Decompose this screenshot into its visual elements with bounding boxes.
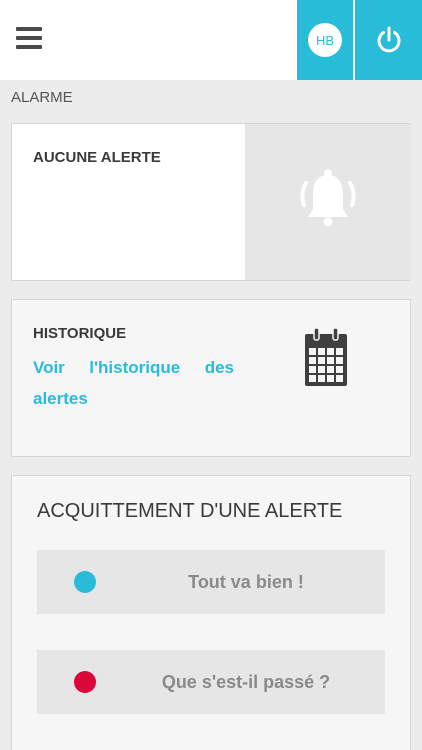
history-title: HISTORIQUE: [33, 325, 127, 342]
calendar-icon: [305, 327, 347, 386]
section-title: ALARME: [11, 89, 73, 106]
all-good-label: Tout va bien !: [188, 572, 304, 592]
alarm-icon-panel: [245, 124, 411, 280]
what-happened-label: Que s'est-il passé ?: [161, 672, 331, 692]
user-profile-button[interactable]: HB: [297, 0, 353, 80]
ack-title: ACQUITTEMENT D'UNE ALERTE: [37, 500, 343, 522]
status-dot-red: [74, 671, 96, 693]
bell-icon: [300, 169, 356, 227]
avatar: HB: [308, 23, 342, 57]
hamburger-menu-icon[interactable]: [16, 27, 42, 53]
alarm-status-card: AUCUNE ALERTE: [11, 123, 411, 281]
all-good-button[interactable]: Tout va bien !: [37, 550, 385, 614]
history-link[interactable]: Voir l'historique des alertes: [33, 352, 234, 414]
status-dot-blue: [74, 571, 96, 593]
acknowledgement-card: ACQUITTEMENT D'UNE ALERTE Tout va bien !…: [11, 475, 411, 750]
top-bar: HB: [0, 0, 422, 80]
logout-button[interactable]: [355, 0, 422, 80]
history-card[interactable]: HISTORIQUE Voir l'historique des alertes: [11, 299, 411, 457]
power-icon: [377, 26, 400, 53]
what-happened-button[interactable]: Que s'est-il passé ?: [37, 650, 385, 714]
alarm-status-text: AUCUNE ALERTE: [33, 149, 161, 166]
